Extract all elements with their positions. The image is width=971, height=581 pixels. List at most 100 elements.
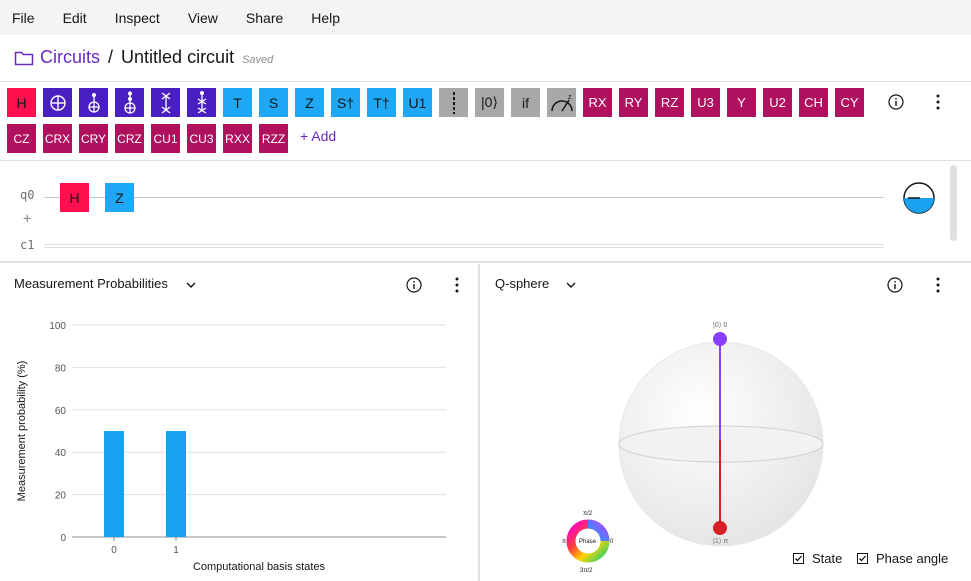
chevron-down-icon[interactable]: [185, 279, 197, 291]
phase-angle-option[interactable]: Phase angle: [857, 551, 948, 566]
state-checkbox[interactable]: [793, 553, 804, 564]
qubit-label: q0: [20, 188, 35, 202]
phase-angle-checkbox[interactable]: [857, 553, 868, 564]
checkmark-icon: [795, 555, 802, 562]
breadcrumb-separator: /: [108, 47, 114, 67]
menu-file[interactable]: File: [12, 10, 35, 26]
gate-z[interactable]: Z: [295, 88, 324, 117]
menu-inspect[interactable]: Inspect: [115, 10, 160, 26]
gate-ry[interactable]: RY: [619, 88, 648, 117]
gate-cy[interactable]: CY: [835, 88, 864, 117]
info-icon[interactable]: [885, 275, 905, 295]
gate-rzz[interactable]: RZZ: [259, 124, 288, 153]
gate-swap[interactable]: [151, 88, 180, 117]
gate-y[interactable]: Y: [727, 88, 756, 117]
cswap-icon: [195, 90, 209, 115]
gate-cu1[interactable]: CU1: [151, 124, 180, 153]
measure-icon: z: [550, 93, 574, 113]
qsphere-graphic: |0⟩ 0 |1⟩ π: [618, 321, 824, 547]
gate-t[interactable]: T: [223, 88, 252, 117]
circuit-title[interactable]: Untitled circuit: [121, 47, 234, 68]
folder-icon: [14, 51, 34, 65]
phase-center-label: Phase: [579, 539, 597, 545]
state-option[interactable]: State: [793, 551, 842, 566]
info-icon[interactable]: [404, 275, 424, 295]
phase-left-label: π: [562, 539, 566, 545]
overflow-menu-icon[interactable]: [928, 275, 948, 295]
menu-help[interactable]: Help: [311, 10, 340, 26]
gate-toffoli[interactable]: [79, 88, 108, 117]
gate-ch[interactable]: CH: [799, 88, 828, 117]
measurement-panel-title: Measurement Probabilities: [14, 276, 168, 291]
add-gate-button[interactable]: + Add: [300, 128, 336, 144]
save-status: Saved: [242, 53, 274, 66]
gate-cu3[interactable]: CU3: [187, 124, 216, 153]
placed-gate-z[interactable]: Z: [105, 183, 134, 212]
gate-cnot[interactable]: [43, 88, 72, 117]
gate-rx[interactable]: RX: [583, 88, 612, 117]
overflow-menu-icon[interactable]: [928, 92, 948, 112]
swap-icon: [159, 91, 173, 114]
classical-label: c1: [20, 238, 35, 252]
gate-s[interactable]: S: [259, 88, 288, 117]
overflow-menu-icon[interactable]: [447, 275, 467, 295]
gate-if[interactable]: if: [511, 88, 540, 117]
gate-0[interactable]: |0⟩: [475, 88, 504, 117]
state-1-point: [713, 521, 727, 535]
phase-top-label: π/2: [583, 511, 593, 517]
bar-1: [166, 431, 186, 537]
ccx-icon: [121, 91, 139, 115]
y-axis-label: Measurement probability (%): [16, 361, 28, 502]
y-tick-label: 0: [60, 533, 66, 544]
gate-cswap[interactable]: [187, 88, 216, 117]
gate-u1[interactable]: U1: [403, 88, 432, 117]
gate-crz[interactable]: CRZ: [115, 124, 144, 153]
phase-right-label: 0: [610, 539, 614, 545]
gate-barrier[interactable]: [439, 88, 468, 117]
phase-bottom-label: 3π/2: [580, 568, 593, 574]
barrier-icon: [451, 91, 457, 114]
gate-ccx[interactable]: [115, 88, 144, 117]
add-wire-button[interactable]: +: [23, 211, 31, 227]
gate-cry[interactable]: CRY: [79, 124, 108, 153]
gate-u3[interactable]: U3: [691, 88, 720, 117]
menu-edit[interactable]: Edit: [63, 10, 87, 26]
chevron-down-icon[interactable]: [565, 279, 577, 291]
classical-wire: [44, 244, 884, 248]
gate-cz[interactable]: CZ: [7, 124, 36, 153]
qsphere-panel-title: Q-sphere: [495, 276, 550, 291]
state-option-label: State: [812, 551, 843, 566]
y-tick-label: 40: [55, 448, 67, 459]
phase-wheel: π/2 Phase π 0 3π/2: [562, 511, 614, 574]
qubit-wire: [44, 197, 884, 198]
y-tick-label: 80: [55, 363, 67, 374]
bar-0: [104, 431, 124, 537]
menu-share[interactable]: Share: [246, 10, 283, 26]
x-tick-label: 0: [111, 545, 117, 556]
gate-u2[interactable]: U2: [763, 88, 792, 117]
qubit-state-indicator-icon: [903, 182, 935, 214]
circuit-scrollbar[interactable]: [950, 165, 957, 241]
gate-crx[interactable]: CRX: [43, 124, 72, 153]
gate-palette: H T S Z S† T† U1 |0⟩ if z RX RY RZ U3 Y U2 CH CY CZ CRX CRY…: [0, 81, 971, 161]
checkmark-icon: [859, 555, 866, 562]
breadcrumb: Circuits / Untitled circuit Saved: [0, 35, 971, 80]
state-1-label: |1⟩ π: [713, 537, 728, 545]
placed-gate-h[interactable]: H: [60, 183, 89, 212]
menu-view[interactable]: View: [188, 10, 218, 26]
measurement-panel: Measurement Probabilities 100 80 60 40 20 0 0 1…: [0, 264, 480, 581]
state-0-point: [713, 332, 727, 346]
circuit-editor: q0 H Z + c1: [0, 161, 971, 263]
gate-s[interactable]: S†: [331, 88, 360, 117]
breadcrumb-circuits-link[interactable]: Circuits: [40, 47, 100, 68]
gate-t[interactable]: T†: [367, 88, 396, 117]
svg-text:z: z: [568, 94, 572, 101]
info-icon[interactable]: [886, 92, 906, 112]
gate-measure[interactable]: z: [547, 88, 576, 117]
cnot-icon: [49, 94, 67, 112]
y-tick-label: 60: [55, 406, 67, 417]
gate-rz[interactable]: RZ: [655, 88, 684, 117]
gate-h[interactable]: H: [7, 88, 36, 117]
gate-rxx[interactable]: RXX: [223, 124, 252, 153]
y-tick-label: 20: [55, 491, 67, 502]
